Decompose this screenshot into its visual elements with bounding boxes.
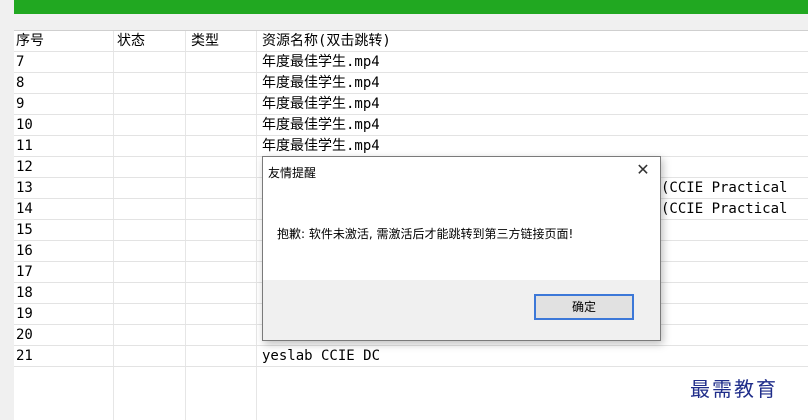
row-type [191, 220, 251, 240]
row-resource-name: (CCIE Practical [661, 180, 788, 196]
row-resource-name: (CCIE Practical [661, 201, 788, 217]
row-type [191, 304, 251, 324]
row-resource-name: 年度最佳学生.mp4 [262, 75, 380, 91]
row-index: 14 [16, 201, 33, 217]
top-toolbar [0, 0, 808, 20]
row-status [117, 346, 181, 366]
row-index: 16 [16, 243, 33, 259]
watermark-text: 最需教育 [690, 377, 778, 401]
row-type [191, 241, 251, 261]
dialog-message: 抱歉: 软件未激活, 需激活后才能跳转到第三方链接页面! [277, 227, 574, 241]
green-accent-bar [14, 0, 808, 14]
row-type [191, 115, 251, 135]
row-type [191, 178, 251, 198]
row-type [191, 157, 251, 177]
row-status [117, 199, 181, 219]
row-type [191, 199, 251, 219]
row-status [117, 262, 181, 282]
row-index: 20 [16, 327, 33, 343]
row-status [117, 241, 181, 261]
close-icon[interactable]: ✕ [632, 159, 654, 181]
dialog-title: 友情提醒 [268, 166, 317, 180]
row-index: 12 [16, 159, 33, 175]
row-index: 13 [16, 180, 33, 196]
row-index: 18 [16, 285, 33, 301]
row-resource-name: yeslab CCIE DC [262, 348, 381, 364]
row-index: 10 [16, 117, 33, 133]
table-row[interactable]: 9 年度最佳学生.mp4 [14, 94, 808, 115]
row-type [191, 283, 251, 303]
row-resource-name: 年度最佳学生.mp4 [262, 54, 380, 70]
table-row[interactable]: 10 年度最佳学生.mp4 [14, 115, 808, 136]
table-header-row: 序号 状态 类型 资源名称(双击跳转) [14, 31, 808, 52]
row-status [117, 220, 181, 240]
row-index: 15 [16, 222, 33, 238]
row-index: 9 [16, 96, 25, 112]
row-status [117, 73, 181, 93]
header-type[interactable]: 类型 [191, 31, 251, 51]
row-index: 19 [16, 306, 33, 322]
row-resource-name: 年度最佳学生.mp4 [262, 138, 380, 154]
row-type [191, 52, 251, 72]
table-row[interactable]: 7 年度最佳学生.mp4 [14, 52, 808, 73]
row-type [191, 136, 251, 156]
reminder-dialog: 友情提醒 ✕ 抱歉: 软件未激活, 需激活后才能跳转到第三方链接页面! 确定 [262, 156, 661, 341]
row-status [117, 283, 181, 303]
row-type [191, 325, 251, 345]
row-type [191, 73, 251, 93]
row-status [117, 115, 181, 135]
row-status [117, 157, 181, 177]
row-resource-name: 年度最佳学生.mp4 [262, 96, 380, 112]
header-resource-name[interactable]: 资源名称(双击跳转) [262, 31, 808, 51]
row-type [191, 262, 251, 282]
header-status[interactable]: 状态 [117, 31, 181, 51]
row-index: 11 [16, 138, 33, 154]
table-row[interactable]: 8 年度最佳学生.mp4 [14, 73, 808, 94]
row-status [117, 52, 181, 72]
row-index: 17 [16, 264, 33, 280]
table-row[interactable]: 11 年度最佳学生.mp4 [14, 136, 808, 157]
row-type [191, 346, 251, 366]
row-type [191, 94, 251, 114]
row-resource-name: 年度最佳学生.mp4 [262, 117, 380, 133]
row-index: 7 [16, 54, 25, 70]
row-status [117, 325, 181, 345]
ok-button[interactable]: 确定 [534, 294, 634, 320]
dialog-footer: 确定 [263, 280, 660, 340]
row-status [117, 178, 181, 198]
row-status [117, 94, 181, 114]
row-status [117, 304, 181, 324]
table-row[interactable]: 21 yeslab CCIE DC [14, 346, 808, 367]
row-status [117, 136, 181, 156]
row-index: 8 [16, 75, 25, 91]
row-index: 21 [16, 348, 33, 364]
header-index[interactable]: 序号 [16, 31, 111, 51]
